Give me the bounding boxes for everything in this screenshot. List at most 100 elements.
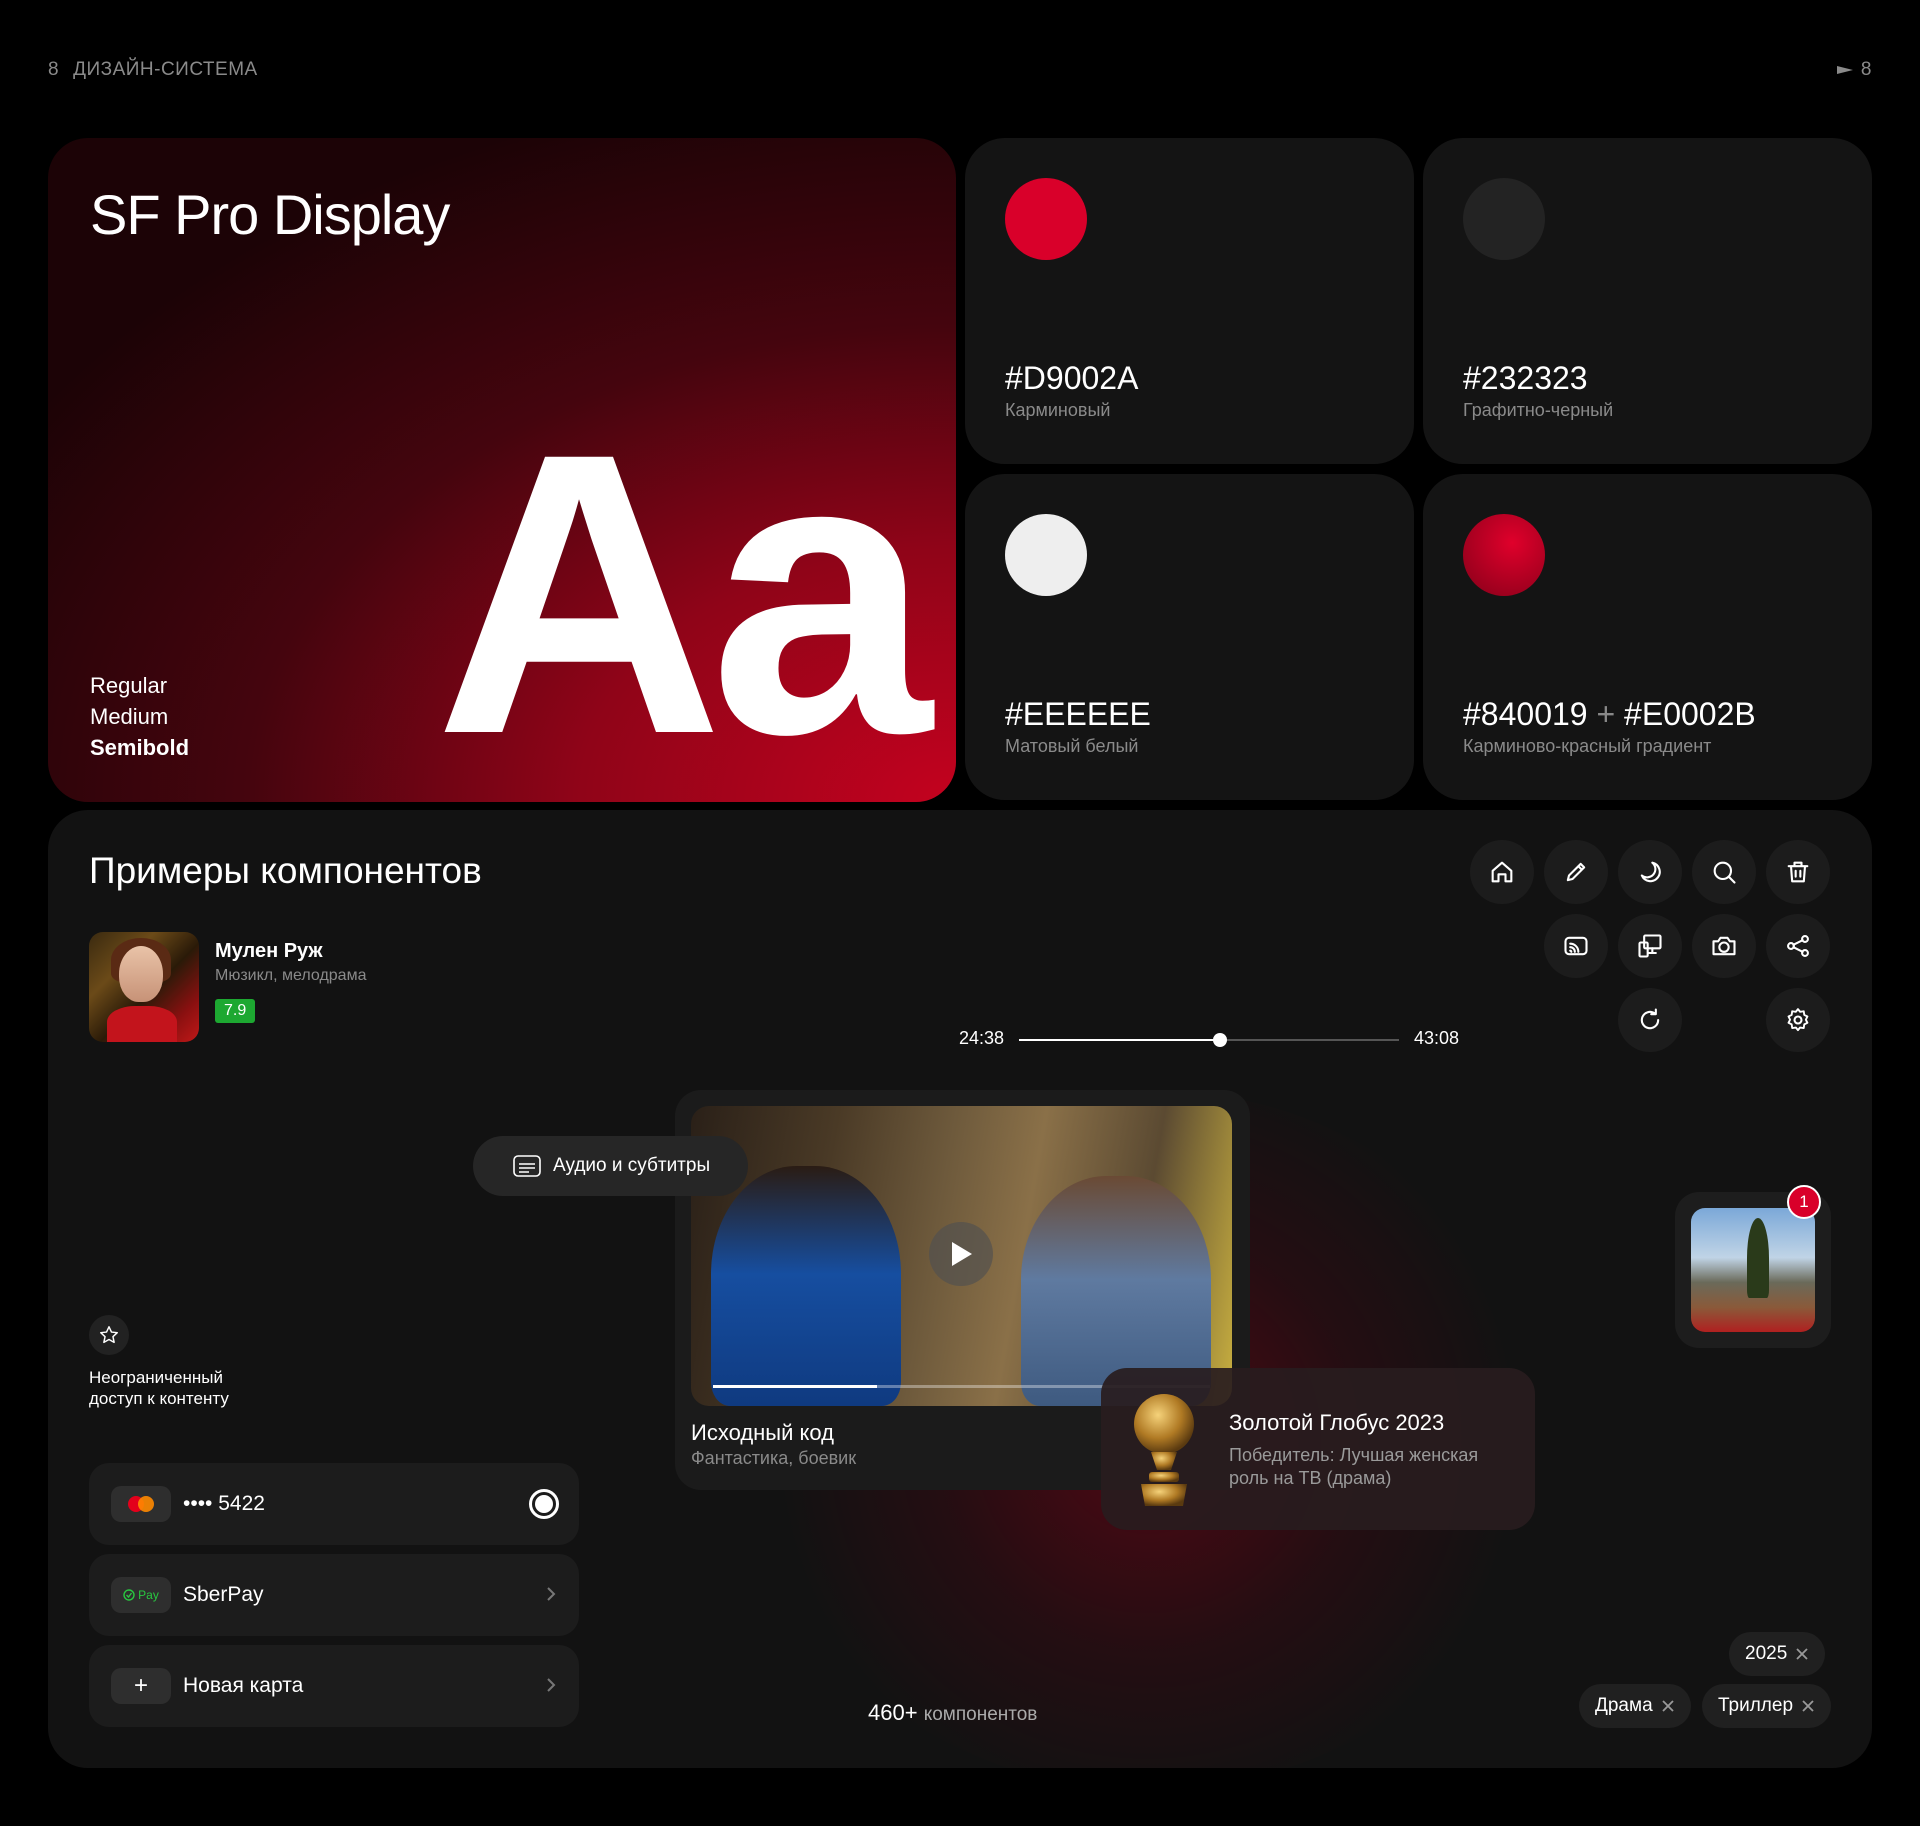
weight-semibold: Semibold bbox=[90, 735, 190, 760]
trophy-icon bbox=[1134, 1394, 1194, 1506]
star-icon bbox=[100, 1326, 118, 1344]
refresh-icon bbox=[1640, 1008, 1660, 1030]
flag-icon bbox=[1836, 66, 1853, 74]
movie-item[interactable]: Мулен Руж Мюзикл, мелодрама 7.9 bbox=[89, 932, 366, 1042]
progress-fill bbox=[1019, 1039, 1221, 1041]
components-panel: Примеры компонентов Мулен Руж Мюзикл, ме… bbox=[48, 810, 1872, 1768]
typography-card: SF Pro Display Regular Medium Semibold A… bbox=[48, 138, 956, 802]
components-count: 460+ компонентов bbox=[868, 1700, 1037, 1726]
thumbnail-image bbox=[1691, 1208, 1815, 1332]
new-card-label: Новая карта bbox=[183, 1674, 304, 1697]
components-title: Примеры компонентов bbox=[89, 850, 482, 891]
delete-button[interactable] bbox=[1766, 840, 1830, 904]
video-title: Исходный код bbox=[691, 1420, 834, 1445]
audio-subtitles-label: Аудио и субтитры bbox=[553, 1155, 711, 1176]
edit-icon bbox=[1566, 862, 1586, 882]
color-name: Карминово-красный градиент bbox=[1463, 736, 1712, 756]
weight-medium: Medium bbox=[90, 704, 169, 729]
play-button[interactable] bbox=[929, 1222, 993, 1286]
mastercard-icon bbox=[111, 1486, 171, 1522]
devices-button[interactable] bbox=[1618, 914, 1682, 978]
moon-icon bbox=[1640, 861, 1661, 883]
plus-icon: + bbox=[111, 1668, 171, 1704]
camera-icon bbox=[1712, 936, 1736, 956]
chevron-right-icon bbox=[541, 1673, 561, 1697]
close-icon[interactable] bbox=[1795, 1647, 1809, 1661]
color-hex: #EEEEEE bbox=[1005, 696, 1151, 732]
movie-genre: Мюзикл, мелодрама bbox=[215, 967, 367, 984]
video-progress-fill bbox=[713, 1385, 877, 1388]
close-icon[interactable] bbox=[1801, 1699, 1815, 1713]
progress-track[interactable] bbox=[1019, 1033, 1399, 1047]
progress-knob[interactable] bbox=[1213, 1033, 1228, 1047]
video-genre: Фантастика, боевик bbox=[691, 1448, 857, 1468]
payment-card-row[interactable]: •••• 5422 bbox=[89, 1463, 579, 1545]
player-progress[interactable]: 24:38 43:08 bbox=[959, 1028, 1459, 1050]
page-header: 8 ДИЗАЙН-СИСТЕМА 8 bbox=[48, 58, 1872, 82]
page-number: 8 bbox=[48, 59, 60, 80]
total-time: 43:08 bbox=[1413, 1028, 1459, 1048]
award-card: Золотой Глобус 2023 Победитель: Лучшая ж… bbox=[1101, 1368, 1535, 1530]
home-icon bbox=[1491, 861, 1513, 883]
settings-button[interactable] bbox=[1766, 988, 1830, 1052]
color-hex-a: #840019 bbox=[1463, 696, 1588, 732]
award-description: Победитель: Лучшая женская роль на ТВ (д… bbox=[1229, 1445, 1479, 1488]
filter-chip-year[interactable]: 2025 bbox=[1729, 1632, 1826, 1676]
filter-chip-drama[interactable]: Драма bbox=[1579, 1684, 1691, 1728]
sberpay-icon: Pay bbox=[111, 1577, 171, 1613]
color-swatch bbox=[1463, 178, 1545, 260]
payment-sberpay-row[interactable]: Pay SberPay bbox=[89, 1554, 579, 1636]
check-circle-icon bbox=[123, 1589, 135, 1601]
trash-icon bbox=[1787, 861, 1809, 883]
share-button[interactable] bbox=[1766, 914, 1830, 978]
edit-button[interactable] bbox=[1544, 840, 1608, 904]
star-button[interactable] bbox=[89, 1315, 129, 1355]
count-number: 460+ bbox=[868, 1700, 918, 1725]
font-name: SF Pro Display bbox=[90, 183, 450, 246]
color-hex: #232323 bbox=[1463, 360, 1588, 396]
movie-poster bbox=[89, 932, 199, 1042]
search-icon bbox=[1713, 861, 1736, 884]
notification-badge: 1 bbox=[1787, 1185, 1821, 1219]
color-card-graphite: #232323 Графитно-черный bbox=[1423, 138, 1872, 464]
color-hex-b: #E0002B bbox=[1624, 696, 1756, 732]
chip-label: Триллер bbox=[1718, 1695, 1794, 1716]
color-swatch bbox=[1005, 514, 1087, 596]
rating-badge: 7.9 bbox=[215, 999, 256, 1023]
page-number-right: 8 bbox=[1860, 59, 1872, 80]
font-sample: Aa bbox=[434, 370, 932, 802]
filter-chip-thriller[interactable]: Триллер bbox=[1702, 1684, 1832, 1728]
audio-subtitles-button[interactable]: Аудио и субтитры bbox=[473, 1136, 748, 1196]
camera-button[interactable] bbox=[1692, 914, 1756, 978]
color-card-gradient: #840019 + #E0002B Карминово-красный град… bbox=[1423, 474, 1872, 800]
chevron-right-icon bbox=[541, 1582, 561, 1606]
color-hex: #840019 + #E0002B bbox=[1463, 696, 1756, 733]
theme-button[interactable] bbox=[1618, 840, 1682, 904]
current-time: 24:38 bbox=[959, 1028, 1005, 1048]
home-button[interactable] bbox=[1470, 840, 1534, 904]
sberpay-icon-text: Pay bbox=[138, 1588, 159, 1602]
payment-radio-selected[interactable] bbox=[529, 1489, 559, 1519]
color-name: Карминовый bbox=[1005, 400, 1111, 420]
movie-title: Мулен Руж bbox=[215, 940, 323, 962]
play-icon bbox=[952, 1242, 972, 1266]
color-card-carmine: #D9002A Карминовый bbox=[965, 138, 1414, 464]
color-plus: + bbox=[1596, 696, 1616, 732]
color-name: Матовый белый bbox=[1005, 736, 1139, 756]
count-label: компонентов bbox=[923, 1704, 1038, 1725]
weight-regular: Regular bbox=[90, 673, 168, 698]
cast-icon bbox=[1564, 936, 1588, 956]
refresh-button[interactable] bbox=[1618, 988, 1682, 1052]
payment-new-card-row[interactable]: + Новая карта bbox=[89, 1645, 579, 1727]
sberpay-label: SberPay bbox=[183, 1583, 264, 1606]
award-title: Золотой Глобус 2023 bbox=[1229, 1410, 1445, 1435]
video-frame[interactable] bbox=[691, 1106, 1232, 1406]
feature-item: Неограниченный доступ к контенту bbox=[89, 1315, 259, 1409]
cast-button[interactable] bbox=[1544, 914, 1608, 978]
section-title: ДИЗАЙН-СИСТЕМА bbox=[73, 59, 258, 80]
color-name: Графитно-черный bbox=[1463, 400, 1614, 420]
share-icon bbox=[1787, 935, 1809, 957]
search-button[interactable] bbox=[1692, 840, 1756, 904]
close-icon[interactable] bbox=[1661, 1699, 1675, 1713]
chip-label: Драма bbox=[1595, 1695, 1653, 1716]
